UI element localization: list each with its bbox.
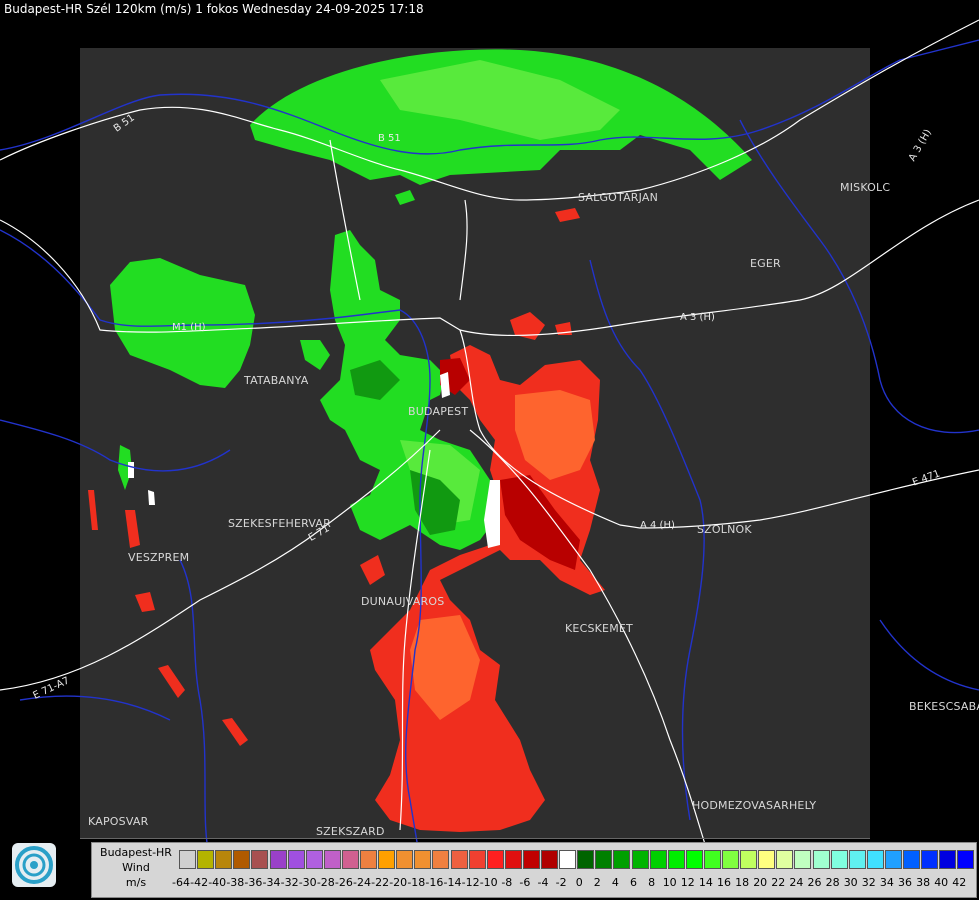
legend-swatch [921, 850, 939, 869]
legend-swatch [269, 850, 287, 869]
wind-legend: Budapest-HR Wind m/s -64 -42 -40 -38 -36 -34-… [91, 842, 977, 898]
legend-swatch [939, 850, 957, 869]
legend-title: Budapest-HR Wind m/s [92, 845, 180, 890]
legend-swatch [740, 850, 758, 869]
legend-swatch [595, 850, 613, 869]
city-label-dunaujvaros: DUNAUJVAROS [361, 595, 445, 608]
legend-swatch [360, 850, 377, 869]
city-label-szolnok: SZOLNOK [697, 523, 752, 536]
legend-swatch [703, 850, 721, 869]
legend-swatch [233, 850, 251, 869]
legend-swatch [251, 850, 269, 869]
legend-swatch [486, 850, 504, 869]
city-label-kaposvar: KAPOSVAR [88, 815, 149, 828]
page-title: Budapest-HR Szél 120km (m/s) 1 fokos Wed… [4, 2, 424, 16]
city-label-tatabanya: TATABANYA [244, 374, 309, 387]
legend-swatch [957, 850, 975, 869]
legend-swatch [396, 850, 414, 869]
city-label-eger: EGER [750, 257, 781, 270]
city-label-veszprem: VESZPREM [128, 551, 190, 564]
legend-swatch [504, 850, 522, 869]
legend-swatch [631, 850, 649, 869]
legend-tick-label: 42 [952, 876, 967, 889]
radar-map [0, 19, 979, 861]
city-label-bekescsaba: BEKESCSABA [909, 700, 979, 713]
legend-swatch [649, 850, 667, 869]
legend-swatch [776, 850, 794, 869]
legend-swatch [812, 850, 830, 869]
legend-swatch [559, 850, 577, 869]
legend-swatch [903, 850, 920, 869]
legend-swatch [866, 850, 884, 869]
legend-product-name: Wind [122, 861, 150, 874]
legend-swatch [305, 850, 323, 869]
legend-swatch [414, 850, 432, 869]
legend-swatch [179, 850, 196, 869]
swirl-icon [15, 846, 53, 884]
city-label-budapest: BUDAPEST [408, 405, 469, 418]
road-label-m1: M1 (H) [172, 322, 206, 333]
city-label-hodmezovasarhely: HODMEZOVASARHELY [692, 799, 817, 812]
legend-swatch [884, 850, 902, 869]
city-label-miskolc: MISKOLC [840, 181, 891, 194]
road-label-a3: A 3 (H) [680, 312, 715, 323]
legend-swatch [287, 850, 305, 869]
legend-swatch [197, 850, 215, 869]
legend-swatch [468, 850, 486, 869]
legend-swatch [685, 850, 703, 869]
met-service-logo [12, 843, 56, 887]
legend-swatch [432, 850, 450, 869]
legend-swatch [378, 850, 396, 869]
legend-swatch [341, 850, 359, 869]
road-label-b51-north: B 51 [378, 133, 401, 144]
legend-swatch [758, 850, 776, 869]
legend-unit: m/s [125, 876, 147, 889]
legend-swatch [722, 850, 739, 869]
city-label-kecskemet: KECSKEMET [565, 622, 633, 635]
legend-swatch [215, 850, 233, 869]
legend-radar-name: Budapest-HR [100, 846, 172, 859]
legend-swatch [830, 850, 848, 869]
city-label-salgotarjan: SALGOTARJAN [578, 191, 659, 204]
legend-swatch [541, 850, 558, 869]
legend-swatch [794, 850, 812, 869]
legend-swatch [522, 850, 540, 869]
legend-swatch [613, 850, 631, 869]
legend-swatch [667, 850, 685, 869]
legend-swatch [577, 850, 595, 869]
legend-swatch [848, 850, 866, 869]
city-label-szekszard: SZEKSZARD [316, 825, 385, 838]
legend-swatch [323, 850, 341, 869]
road-label-a4: A 4 (H) [640, 520, 675, 531]
legend-swatch [450, 850, 468, 869]
